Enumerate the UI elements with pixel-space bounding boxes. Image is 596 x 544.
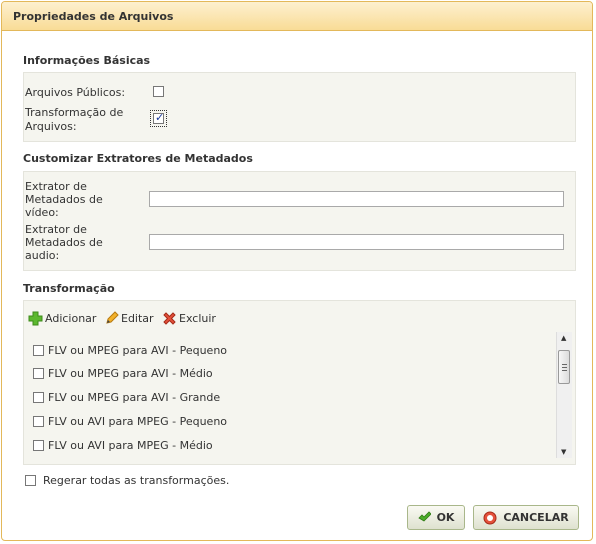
grip-line (562, 364, 567, 365)
video-extractor-input[interactable] (149, 191, 564, 207)
list-item-checkbox[interactable] (33, 345, 44, 356)
list-scrollbar[interactable]: ▲ ▼ (556, 332, 572, 458)
ok-button[interactable]: OK (407, 505, 465, 530)
basic-info-title: Informações Básicas (23, 54, 151, 67)
regenerate-label: Regerar todas as transformações. (43, 474, 230, 487)
public-files-checkbox[interactable] (153, 86, 164, 97)
transform-files-label-line1: Transformação de (25, 106, 124, 119)
check-icon (417, 511, 431, 522)
transformation-title: Transformação (23, 282, 115, 295)
ok-label: OK (436, 511, 455, 524)
scroll-up-arrow-icon[interactable]: ▲ (561, 334, 566, 342)
transform-files-checkbox[interactable]: ✓ (153, 111, 165, 124)
add-icon (28, 311, 43, 325)
grip-line (562, 367, 567, 368)
dialog-title: Propriedades de Arquivos (13, 10, 174, 23)
pencil-icon (106, 311, 119, 324)
dialog-title-bar: Propriedades de Arquivos (2, 2, 592, 31)
audio-extractor-input[interactable] (149, 234, 564, 250)
delete-x-icon (163, 311, 176, 325)
list-item-checkbox[interactable] (33, 368, 44, 379)
transform-files-label-line2: Arquivos: (25, 120, 77, 133)
list-item-label: FLV ou AVI para MPEG - Pequeno (48, 415, 228, 428)
add-label: Adicionar (45, 311, 97, 325)
extractors-title: Customizar Extratores de Metadados (23, 152, 253, 165)
edit-label: Editar (121, 311, 154, 325)
list-item-label: FLV ou MPEG para AVI - Pequeno (48, 344, 228, 357)
extractors-panel (23, 171, 576, 271)
cancel-label: CANCELAR (503, 511, 569, 524)
list-item-checkbox[interactable] (33, 440, 44, 451)
audio-extractor-label-1: Extrator de (25, 223, 87, 236)
cancel-icon (483, 511, 497, 524)
list-item-label: FLV ou AVI para MPEG - Médio (48, 439, 213, 452)
regenerate-checkbox[interactable] (25, 475, 36, 486)
check-mark-icon: ✓ (155, 111, 165, 124)
video-extractor-label-2: Metadados de (25, 193, 103, 206)
grip-line (562, 370, 567, 371)
add-button[interactable]: Adicionar (28, 310, 96, 326)
transformation-list: FLV ou MPEG para AVI - Pequeno FLV ou MP… (25, 332, 573, 460)
delete-label: Excluir (179, 311, 216, 325)
list-item-checkbox[interactable] (33, 416, 44, 427)
delete-button[interactable]: Excluir (162, 310, 216, 326)
video-extractor-label-3: vídeo: (25, 206, 59, 219)
list-item-label: FLV ou MPEG para AVI - Médio (48, 367, 213, 380)
video-extractor-label-1: Extrator de (25, 180, 87, 193)
scrollbar-thumb[interactable] (558, 350, 570, 384)
public-files-label: Arquivos Públicos: (25, 86, 126, 99)
edit-button[interactable]: Editar (105, 310, 154, 326)
scroll-down-arrow-icon[interactable]: ▼ (561, 448, 566, 456)
list-item-checkbox[interactable] (33, 392, 44, 403)
cancel-button[interactable]: CANCELAR (473, 505, 579, 530)
audio-extractor-label-2: Metadados de (25, 236, 103, 249)
list-item-label: FLV ou MPEG para AVI - Grande (48, 391, 221, 404)
audio-extractor-label-3: audio: (25, 249, 60, 262)
